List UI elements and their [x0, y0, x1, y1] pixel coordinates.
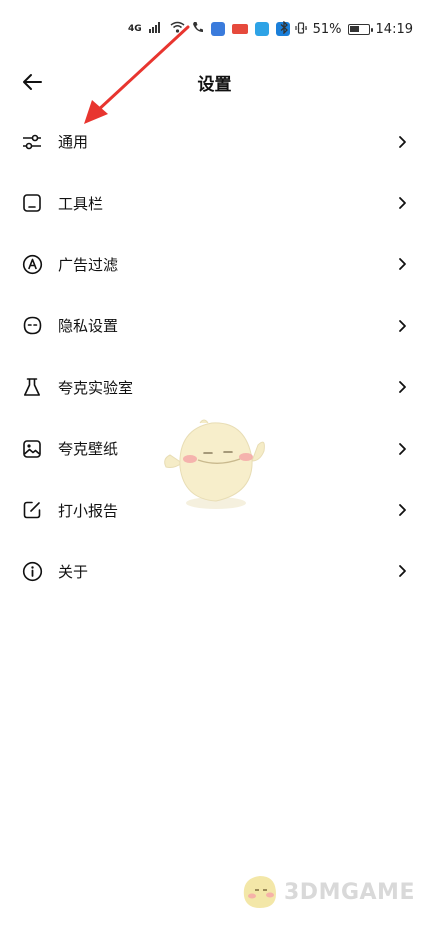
chevron-right-icon	[399, 504, 406, 516]
settings-menu: 通用 工具栏 广告过滤 隐私设置 夸克实验室 夸克壁纸 打小报告 关于	[0, 111, 429, 602]
menu-item-label: 通用	[58, 133, 89, 152]
battery-icon	[347, 24, 373, 35]
toolbar-icon	[21, 192, 43, 214]
bluetooth-icon	[280, 20, 289, 38]
menu-item-quark-lab[interactable]: 夸克实验室	[0, 357, 429, 418]
menu-item-toolbar[interactable]: 工具栏	[0, 172, 429, 233]
chevron-right-icon	[399, 565, 406, 578]
menu-item-privacy[interactable]: 隐私设置	[0, 295, 429, 356]
menu-item-label: 夸克壁纸	[58, 440, 119, 459]
battery-percent: 51%	[312, 22, 342, 37]
menu-item-label: 关于	[58, 562, 89, 581]
chevron-right-icon	[399, 135, 406, 148]
menu-item-ad-filter[interactable]: 广告过滤	[0, 234, 429, 295]
phone-icon	[192, 21, 204, 36]
page-title: 设置	[197, 75, 232, 95]
menu-item-label: 广告过滤	[58, 255, 119, 274]
menu-item-label: 隐私设置	[58, 317, 119, 336]
menu-item-about[interactable]: 关于	[0, 541, 429, 602]
info-icon	[21, 560, 43, 582]
signal-icon	[148, 21, 163, 36]
privacy-icon	[21, 315, 43, 337]
app-notification-icon	[254, 21, 269, 36]
watermark-text: 3DMGAME	[284, 879, 415, 905]
chevron-right-icon	[399, 197, 406, 209]
header: 设置	[0, 56, 429, 108]
chevron-right-icon	[399, 258, 406, 271]
wallpaper-icon	[21, 438, 43, 460]
menu-item-general[interactable]: 通用	[0, 111, 429, 172]
app-notification-icon	[210, 21, 225, 36]
clock: 14:19	[375, 22, 413, 37]
chevron-right-icon	[399, 381, 406, 394]
feedback-icon	[21, 499, 43, 521]
app-notification-icon	[231, 23, 248, 34]
menu-item-label: 夸克实验室	[58, 378, 134, 397]
sliders-icon	[21, 131, 43, 153]
watermark-logo-icon	[243, 876, 276, 908]
settings-screen: 4G ··· 51% 14:19 设置 通用 工具栏 广告过滤 隐私设置 夸克实…	[0, 0, 429, 927]
wifi-icon	[170, 21, 185, 36]
flask-icon	[21, 376, 43, 398]
network-label: 4G	[128, 23, 142, 34]
chevron-right-icon	[399, 319, 406, 332]
watermark: 3DMGAME	[240, 872, 415, 912]
menu-item-label: 打小报告	[58, 501, 119, 520]
menu-item-label: 工具栏	[58, 194, 104, 213]
mascot-illustration	[164, 419, 265, 509]
status-bar: 4G ··· 51% 14:19	[0, 0, 429, 56]
chevron-right-icon	[399, 442, 406, 455]
ad-block-icon	[21, 253, 43, 275]
vibrate-icon	[295, 21, 307, 38]
status-right: 51% 14:19	[280, 20, 413, 38]
